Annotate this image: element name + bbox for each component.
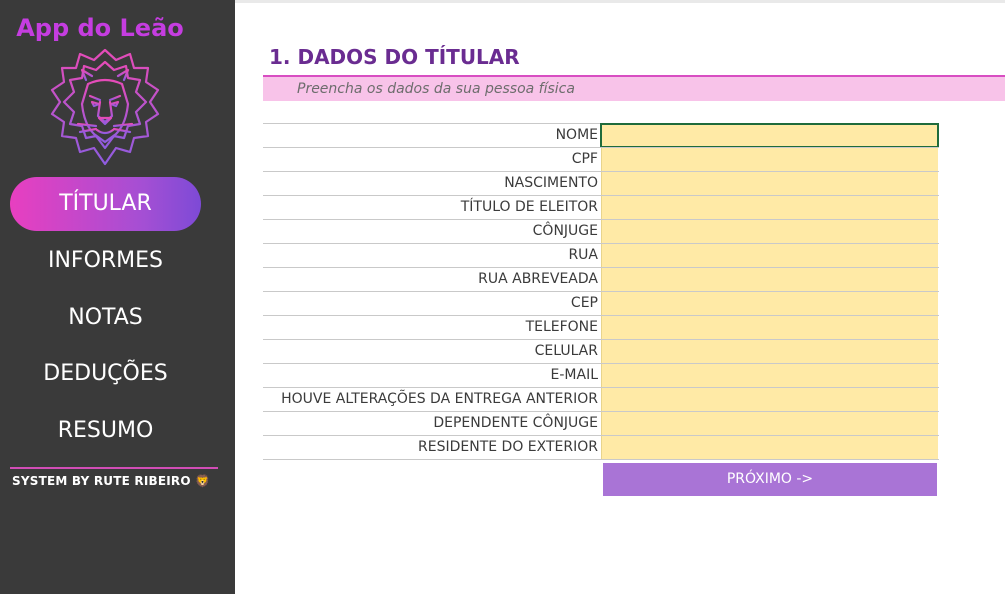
form-row-email: E-MAIL xyxy=(263,363,939,387)
form-row-residente-exterior: RESIDENTE DO EXTERIOR xyxy=(263,435,939,460)
conjuge-field[interactable] xyxy=(601,220,938,243)
telefone-field[interactable] xyxy=(601,316,938,339)
form-row-dependente-conjuge: DEPENDENTE CÔNJUGE xyxy=(263,411,939,435)
form-row-celular: CELULAR xyxy=(263,339,939,363)
rua-field[interactable] xyxy=(601,244,938,267)
form-row-nascimento: NASCIMENTO xyxy=(263,171,939,195)
form-row-alteracoes: HOUVE ALTERAÇÕES DA ENTREGA ANTERIOR xyxy=(263,387,939,411)
form-row-cep: CEP xyxy=(263,291,939,315)
sidebar: App do Leão TÍTULAR INFORMES NOTAS DEDUÇ… xyxy=(0,0,235,594)
field-label: NASCIMENTO xyxy=(504,175,598,191)
nav-item-titular[interactable]: TÍTULAR xyxy=(10,177,201,231)
form-row-telefone: TELEFONE xyxy=(263,315,939,339)
titular-form: NOME CPF NASCIMENTO TÍTULO DE ELEITOR CÔ… xyxy=(263,123,939,460)
page-subtitle: Preencha os dados da sua pessoa física xyxy=(297,81,575,97)
field-label: CEP xyxy=(570,295,598,311)
alteracoes-field[interactable] xyxy=(601,388,938,411)
cep-field[interactable] xyxy=(601,292,938,315)
credit-label: SYSTEM BY RUTE RIBEIRO xyxy=(12,474,191,488)
credit-text: SYSTEM BY RUTE RIBEIRO 🦁 xyxy=(12,474,210,488)
page-title: 1. DADOS DO TÍTULAR xyxy=(269,45,520,69)
field-label: E-MAIL xyxy=(550,367,598,383)
field-label: CELULAR xyxy=(534,343,598,359)
form-row-nome: NOME xyxy=(263,123,939,148)
field-label: NOME xyxy=(555,127,598,143)
dependente-conjuge-field[interactable] xyxy=(601,412,938,435)
field-label: CÔNJUGE xyxy=(532,223,598,239)
lion-head-icon xyxy=(50,48,160,166)
nav-item-notas[interactable]: NOTAS xyxy=(10,291,201,345)
field-label: RUA ABREVEADA xyxy=(478,271,598,287)
residente-exterior-field[interactable] xyxy=(601,436,938,459)
nav-item-deducoes[interactable]: DEDUÇÕES xyxy=(10,347,201,401)
form-row-titulo-eleitor: TÍTULO DE ELEITOR xyxy=(263,195,939,219)
form-row-rua-abreveada: RUA ABREVEADA xyxy=(263,267,939,291)
rua-abreveada-field[interactable] xyxy=(601,268,938,291)
form-row-conjuge: CÔNJUGE xyxy=(263,219,939,243)
field-label: RUA xyxy=(568,247,598,263)
form-row-rua: RUA xyxy=(263,243,939,267)
sidebar-divider xyxy=(10,467,218,469)
field-label: TÍTULO DE ELEITOR xyxy=(460,199,598,215)
celular-field[interactable] xyxy=(601,340,938,363)
titulo-eleitor-field[interactable] xyxy=(601,196,938,219)
nome-field[interactable] xyxy=(600,123,939,148)
next-button[interactable]: PRÓXIMO -> xyxy=(603,463,937,496)
lion-emoji-icon: 🦁 xyxy=(195,474,211,488)
nav-item-resumo[interactable]: RESUMO xyxy=(10,404,201,458)
app-title: App do Leão xyxy=(16,14,184,42)
field-label: CPF xyxy=(571,151,598,167)
nav-item-informes[interactable]: INFORMES xyxy=(10,234,201,288)
field-label: HOUVE ALTERAÇÕES DA ENTREGA ANTERIOR xyxy=(281,391,598,407)
top-divider xyxy=(235,0,1005,3)
nascimento-field[interactable] xyxy=(601,172,938,195)
field-label: RESIDENTE DO EXTERIOR xyxy=(418,439,598,455)
cpf-field[interactable] xyxy=(601,148,938,171)
email-field[interactable] xyxy=(601,364,938,387)
field-label: DEPENDENTE CÔNJUGE xyxy=(433,415,598,431)
field-label: TELEFONE xyxy=(525,319,598,335)
form-row-cpf: CPF xyxy=(263,147,939,171)
